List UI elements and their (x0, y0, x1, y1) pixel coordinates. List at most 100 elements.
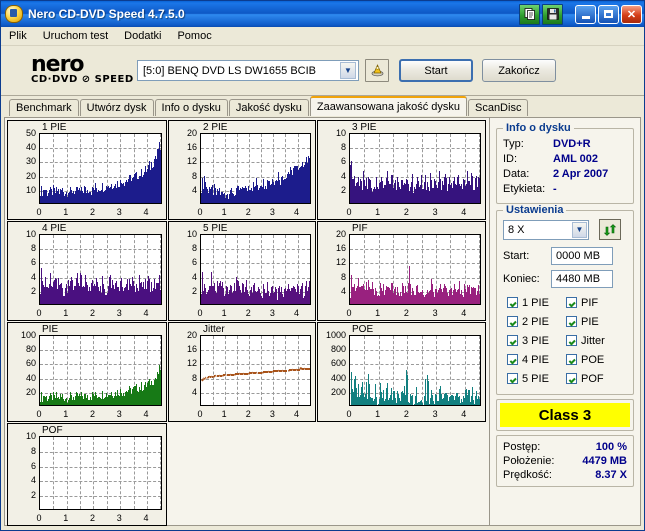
settings-caption: Ustawienia (503, 204, 567, 216)
chart-title: POE (352, 324, 374, 335)
gridline-h (350, 350, 480, 352)
tab-scandisc[interactable]: ScanDisc (467, 99, 529, 116)
checkbox-label: POF (581, 372, 604, 385)
gridline-h (40, 148, 161, 150)
y-axis-tick-label: 6 (191, 257, 197, 268)
tab-utworz-dysk[interactable]: Utwórz dysk (79, 99, 154, 116)
x-axis-tick-label: 2 (245, 409, 251, 419)
x-axis-tick-label: 4 (143, 409, 149, 419)
quality-class-badge: Class 3 (500, 403, 630, 427)
x-axis-tick-label: 4 (294, 207, 300, 217)
y-axis-tick-label: 20 (25, 386, 36, 397)
tab-panel: 1 PIE 10 20 30 40 50 0 1 2 3 4 2 PIE 4 8 12 16 20 0 1 2 3 4 3 … (4, 117, 641, 526)
x-axis-tick-label: 4 (461, 409, 467, 419)
end-input[interactable]: 4480 MB (551, 270, 613, 288)
refresh-button[interactable] (599, 219, 621, 240)
tab-zaawansowana-jakosc-dysku[interactable]: Zaawansowana jakość dysku (309, 96, 467, 116)
y-axis-tick-label: 8 (30, 243, 36, 254)
y-axis-tick-label: 8 (340, 271, 346, 282)
checkbox-2-pie[interactable]: 2 PIE (507, 312, 566, 331)
gridline-v (120, 437, 122, 509)
save-button[interactable] (542, 3, 563, 25)
chart-title: 1 PIE (42, 122, 67, 133)
start-button[interactable]: Start (399, 59, 473, 82)
gridline-v (160, 437, 161, 509)
y-axis-tick-label: 800 (330, 344, 346, 355)
tab-jakosc-dysku[interactable]: Jakość dysku (228, 99, 309, 116)
x-axis-tick-label: 3 (116, 409, 122, 419)
close-button[interactable]: ✕ (621, 4, 642, 24)
data-bar (161, 140, 162, 203)
checkbox-pie[interactable]: PIE (566, 312, 625, 331)
data-line-segment (309, 367, 310, 370)
x-axis-tick-label: 0 (36, 207, 42, 217)
window-title: Nero CD-DVD Speed 4.7.5.0 (28, 7, 185, 21)
checkbox-label: Jitter (581, 334, 605, 347)
speed-select[interactable]: 8 X ▼ (503, 219, 589, 240)
gridline-h (350, 364, 480, 366)
plot-area (39, 133, 162, 204)
refresh-icon (603, 223, 617, 236)
gridline-h (40, 378, 161, 380)
minimize-button[interactable] (575, 4, 596, 24)
chevron-down-icon[interactable]: ▼ (340, 62, 356, 79)
y-axis-tick-label: 10 (25, 229, 36, 239)
logo-nero-text: nero (31, 51, 85, 77)
eject-disc-icon (371, 64, 383, 77)
menu-item-pomoc[interactable]: Pomoc (177, 30, 211, 42)
plot-area (200, 133, 311, 204)
stop-button[interactable]: Zakończ (482, 59, 556, 82)
checkbox-jitter[interactable]: Jitter (566, 331, 625, 350)
chart-title: 2 PIE (203, 122, 228, 133)
x-axis-tick-label: 4 (461, 207, 467, 217)
drive-select-value: [5:0] BENQ DVD LS DW1655 BCIB (143, 64, 317, 77)
gridline-v (80, 437, 82, 509)
tab-info-o-dysku[interactable]: Info o dysku (154, 99, 228, 116)
x-axis-tick-label: 1 (375, 308, 381, 318)
check-icon (507, 316, 518, 327)
menu-item-plik[interactable]: Plik (9, 30, 27, 42)
chevron-down-icon[interactable]: ▼ (572, 221, 587, 238)
gridline-h (40, 263, 161, 265)
status-row-postep: Postęp: 100 % (503, 440, 627, 454)
checkbox-pif[interactable]: PIF (566, 293, 625, 312)
toolbar-row: nero CD·DVD ⊘ SPEED [5:0] BENQ DVD LS DW… (1, 46, 644, 96)
x-axis-tick-label: 2 (403, 308, 409, 318)
tab-benchmark[interactable]: Benchmark (9, 99, 79, 116)
copy-to-clipboard-button[interactable] (519, 3, 540, 25)
checkbox-5-pie[interactable]: 5 PIE (507, 369, 566, 388)
x-axis-tick-label: 0 (346, 409, 352, 419)
start-input[interactable]: 0000 MB (551, 247, 613, 265)
eject-disc-button[interactable] (365, 59, 389, 82)
menu-item-dodatki[interactable]: Dodatki (124, 30, 161, 42)
chart-title: PIF (352, 223, 368, 234)
y-axis-tick-label: 20 (25, 170, 36, 181)
y-axis-tick-label: 8 (191, 372, 197, 383)
y-axis-tick-label: 4 (30, 475, 36, 486)
menu-item-uruchom-test[interactable]: Uruchom test (43, 30, 108, 42)
y-axis-tick-label: 6 (30, 257, 36, 268)
x-axis-tick-label: 3 (116, 513, 122, 523)
disc-info-value-data: 2 Apr 2007 (553, 168, 609, 180)
checkbox-poe[interactable]: POE (566, 350, 625, 369)
end-label: Koniec: (503, 273, 540, 285)
gridline-h (201, 350, 310, 352)
checkbox-3-pie[interactable]: 3 PIE (507, 331, 566, 350)
drive-select[interactable]: [5:0] BENQ DVD LS DW1655 BCIB ▼ (137, 60, 359, 81)
y-axis-tick-label: 2 (340, 184, 346, 195)
x-axis-tick-label: 3 (432, 409, 438, 419)
gridline-h (350, 162, 480, 164)
logo-cddvdspeed-text: CD·DVD ⊘ SPEED (31, 73, 134, 85)
y-axis-tick-label: 10 (335, 128, 346, 138)
y-axis-tick-label: 4 (30, 271, 36, 282)
gridline-v (225, 134, 227, 203)
plot-area (349, 133, 481, 204)
y-axis-tick-label: 4 (191, 184, 197, 195)
gridline-h (201, 392, 310, 394)
y-axis-tick-label: 6 (340, 156, 346, 167)
checkbox-4-pie[interactable]: 4 PIE (507, 350, 566, 369)
y-axis-tick-label: 10 (25, 184, 36, 195)
checkbox-pof[interactable]: POF (566, 369, 625, 388)
checkbox-1-pie[interactable]: 1 PIE (507, 293, 566, 312)
maximize-button[interactable] (598, 4, 619, 24)
